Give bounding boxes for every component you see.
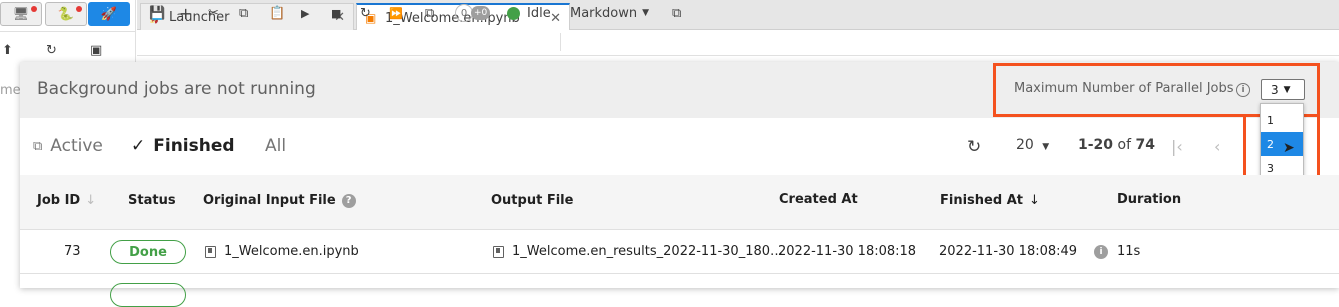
refresh-icon[interactable]: ↻ <box>967 137 981 157</box>
range-value: 1-20 <box>1078 137 1114 153</box>
tab-all-jobs[interactable]: All <box>265 136 286 156</box>
input-file-name: 1_Welcome.en.ipynb <box>224 244 359 259</box>
python-launcher-tab[interactable]: 🐍 <box>45 2 87 26</box>
pending-jobs-counter[interactable]: 0 +0 <box>455 4 491 22</box>
max-parallel-jobs-label: Maximum Number of Parallel Jobs <box>1014 81 1234 96</box>
new-folder-icon[interactable]: ▣ <box>90 43 102 58</box>
max-jobs-option[interactable]: 2 <box>1261 132 1303 156</box>
tab-finished-jobs[interactable]: ✓ Finished <box>131 136 235 156</box>
status-badge: Done <box>110 240 186 264</box>
max-jobs-dropdown: 1 2 3 <box>1260 103 1304 184</box>
kernel-status-label: Idle <box>527 5 551 21</box>
schedule-job-icon[interactable]: ⧉ <box>672 4 681 22</box>
column-header-output-file[interactable]: Output File <box>491 193 573 208</box>
paste-icon[interactable]: 📋 <box>269 4 285 22</box>
checkmark-icon: ✓ <box>131 136 146 156</box>
copy-icon[interactable]: ⧉ <box>239 4 248 22</box>
rocket-icon: 🚀 <box>100 6 118 22</box>
total-count: 74 <box>1135 137 1155 153</box>
close-icon[interactable]: ✕ <box>550 11 561 26</box>
filter-input-fragment[interactable]: me <box>0 83 21 98</box>
terminal-launcher-tab[interactable]: 🖥 <box>0 2 42 26</box>
upload-icon[interactable]: ⬆ <box>2 43 13 58</box>
column-label: Output File <box>491 193 574 208</box>
fast-forward-icon[interactable]: ⏩ <box>389 4 403 22</box>
python-icon: 🐍 <box>57 6 75 22</box>
divider <box>0 31 136 32</box>
row-divider <box>20 273 1339 274</box>
page-range: 1-20 of 74 <box>1078 137 1155 153</box>
cell-type-value: Markdown <box>570 5 638 21</box>
info-icon[interactable]: i <box>1094 244 1108 259</box>
save-icon[interactable]: 💾 <box>149 4 165 22</box>
input-file-cell[interactable]: 1_Welcome.en.ipynb <box>205 244 359 259</box>
column-header-duration[interactable]: Duration <box>1117 192 1181 207</box>
column-label: Finished At <box>940 193 1023 208</box>
cut-icon[interactable]: ✂ <box>208 4 219 22</box>
column-header-input-file[interactable]: Original Input File ? <box>203 193 356 208</box>
page-size-value: 20 <box>1016 137 1034 153</box>
created-at-cell: 2022-11-30 18:08:18 <box>778 244 917 259</box>
job-id-cell: 73 <box>64 244 81 259</box>
notebook-icon <box>205 245 216 258</box>
rocket-launcher-tab[interactable]: 🚀 <box>88 2 130 26</box>
column-label: Job ID <box>37 193 81 208</box>
status-dot <box>31 6 37 12</box>
kernel-status-icon <box>507 6 520 20</box>
page-size-select[interactable]: 20 ▼ <box>1016 137 1049 153</box>
mouse-cursor: ➤ <box>1283 140 1295 156</box>
restart-icon[interactable]: ↻ <box>360 4 371 22</box>
column-header-status[interactable]: Status <box>128 193 176 208</box>
info-icon[interactable]: i <box>1236 83 1250 97</box>
duration-value: 11s <box>1117 244 1141 259</box>
run-icon[interactable]: ▶ <box>301 4 309 22</box>
column-label: Created At <box>779 192 858 207</box>
tab-label: All <box>265 136 287 156</box>
tab-label: Finished <box>153 136 235 156</box>
status-badge <box>110 283 186 307</box>
first-page-icon[interactable]: |‹ <box>1171 137 1183 156</box>
output-file-name: 1_Welcome.en_results_2022-11-30_180… <box>512 244 784 259</box>
column-header-job-id[interactable]: Job ID ↓ <box>37 193 96 208</box>
column-label: Status <box>128 193 176 208</box>
sort-down-icon: ↓ <box>1028 193 1040 208</box>
column-label: Duration <box>1117 192 1182 207</box>
prev-page-icon[interactable]: ‹ <box>1214 137 1220 156</box>
tab-label: Active <box>50 136 103 156</box>
stop-icon[interactable]: ■ <box>331 4 341 22</box>
refresh-icon[interactable]: ↻ <box>46 43 57 58</box>
chevron-down-icon: ▼ <box>642 8 650 18</box>
chevron-down-icon: ▼ <box>1042 142 1050 152</box>
sort-down-icon: ↓ <box>85 193 97 208</box>
chevron-down-icon: ▼ <box>1283 84 1291 95</box>
column-header-finished-at[interactable]: Finished At ↓ <box>940 193 1040 208</box>
notebook-icon <box>493 245 504 258</box>
kernel-status: Idle <box>507 4 551 22</box>
run-in-background-icon[interactable]: ⧉ <box>425 4 434 22</box>
notebook-toolbar <box>137 30 1339 56</box>
max-jobs-option[interactable]: 1 <box>1261 108 1303 132</box>
of-label: of <box>1117 137 1132 153</box>
terminal-icon: 🖥 <box>12 6 30 22</box>
help-icon[interactable]: ? <box>341 193 356 208</box>
background-jobs-icon: ⧉ <box>33 138 43 154</box>
divider <box>560 33 561 51</box>
finished-at-cell: 2022-11-30 18:08:49 <box>939 244 1078 259</box>
duration-cell: i 11s <box>1094 244 1140 259</box>
cell-type-select[interactable]: Markdown ▼ <box>570 4 649 22</box>
background-status-message: Background jobs are not running <box>37 79 316 99</box>
tab-label: 1_Welcome.en.ipynb <box>385 10 520 26</box>
tab-active-jobs[interactable]: ⧉ Active <box>33 136 103 156</box>
status-dot <box>76 6 82 12</box>
column-header-created-at[interactable]: Created At <box>779 192 858 207</box>
pending-extra: +0 <box>471 6 491 20</box>
column-label: Original Input File <box>203 193 336 208</box>
max-jobs-value: 3 <box>1271 82 1279 97</box>
add-cell-icon[interactable]: + <box>179 4 192 23</box>
max-parallel-jobs-select[interactable]: 3 ▼ <box>1261 79 1305 100</box>
output-file-cell[interactable]: 1_Welcome.en_results_2022-11-30_180… <box>493 244 783 259</box>
